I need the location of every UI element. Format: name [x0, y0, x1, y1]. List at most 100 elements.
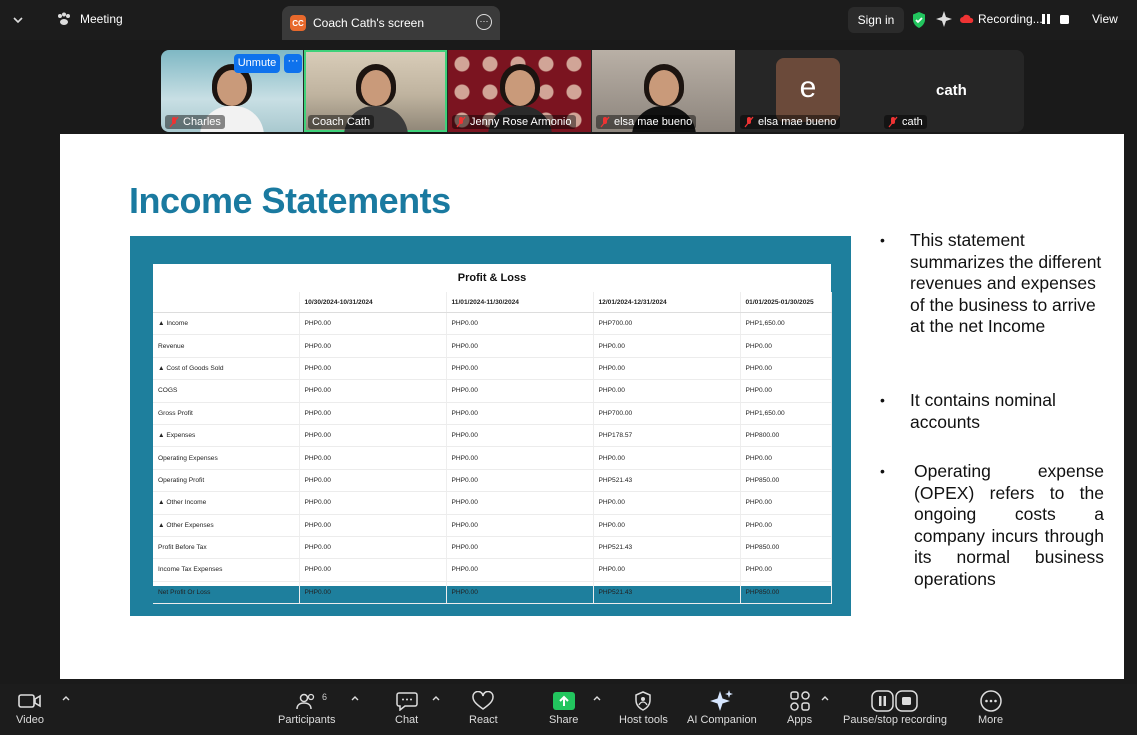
participant-name: elsa mae bueno: [740, 115, 841, 129]
table-row: Gross Profit PHP0.00 PHP0.00 PHP700.00 PHP1,…: [153, 402, 832, 425]
share-button[interactable]: Share: [549, 688, 578, 726]
sparkle-icon: [709, 690, 733, 711]
value-cell: PHP0.00: [299, 469, 447, 493]
chevron-up-icon[interactable]: [820, 694, 830, 702]
meeting-menu[interactable]: Meeting: [56, 12, 123, 26]
unmute-button[interactable]: Unmute: [234, 54, 280, 73]
table-row: ▲ Cost of Goods Sold PHP0.00 PHP0.00 PHP0.0…: [153, 357, 832, 381]
value-cell: PHP0.00: [446, 402, 594, 425]
value-cell: PHP0.00: [299, 379, 447, 403]
row-label-cell: ▲ Income: [153, 312, 300, 336]
participant-display-name: cath: [936, 82, 967, 99]
value-cell: PHP0.00: [446, 558, 594, 582]
value-cell: PHP521.43: [593, 469, 741, 493]
participant-name-label: Charles: [183, 116, 221, 128]
value-cell: PHP0.00: [446, 446, 594, 470]
sign-in-button[interactable]: Sign in: [848, 7, 904, 33]
table-row: Operating Profit PHP0.00 PHP0.00 PHP521.43 P…: [153, 469, 832, 493]
bullet-dot: •: [880, 392, 885, 408]
chat-label: Chat: [395, 714, 419, 726]
mic-off-icon: [888, 116, 898, 128]
value-cell: PHP0.00: [446, 312, 594, 336]
shared-screen-tab[interactable]: CC Coach Cath's screen ···: [282, 6, 500, 40]
apps-icon: [789, 691, 810, 711]
tile-more-button[interactable]: ···: [284, 54, 302, 73]
more-label: More: [978, 714, 1004, 726]
value-cell: PHP0.00: [740, 379, 832, 403]
paw-icon: [58, 12, 70, 25]
avatar: e: [776, 58, 840, 122]
sparkle-icon[interactable]: [935, 10, 953, 28]
row-label-cell: ▲ Cost of Goods Sold: [153, 357, 300, 381]
mic-off-icon: [744, 116, 754, 128]
participant-tile-active[interactable]: Coach Cath: [304, 50, 447, 132]
table-body: ▲ Income PHP0.00 PHP0.00 PHP700.00 PHP1,650.…: [153, 312, 832, 605]
value-cell: PHP0.00: [593, 491, 741, 515]
stop-recording-icon[interactable]: [1058, 12, 1070, 26]
table-row: ▲ Income PHP0.00 PHP0.00 PHP700.00 PHP1,650.…: [153, 312, 832, 336]
profit-loss-card: Profit & Loss 10/30/2024-10/31/2024 11/0…: [153, 264, 832, 605]
column-header: 11/01/2024-11/30/2024: [446, 292, 594, 313]
chevron-up-icon[interactable]: [592, 694, 602, 702]
more-options-icon[interactable]: ···: [476, 14, 492, 30]
cloud-recording-icon: [960, 14, 974, 23]
value-cell: PHP0.00: [446, 357, 594, 381]
chat-button[interactable]: Chat: [395, 688, 418, 726]
more-button[interactable]: More: [978, 688, 1003, 726]
value-cell: PHP1,650.00: [740, 402, 832, 425]
participant-tile[interactable]: Jenny Rose Armonio: [448, 50, 591, 132]
view-menu[interactable]: View: [1092, 12, 1118, 26]
value-cell: PHP0.00: [446, 379, 594, 403]
chevron-up-icon[interactable]: [350, 694, 360, 702]
value-cell: PHP0.00: [593, 379, 741, 403]
value-cell: PHP850.00: [740, 469, 832, 493]
row-label-cell: ▲ Other Expenses: [153, 514, 300, 537]
table-row: Revenue PHP0.00 PHP0.00 PHP0.00 PHP0.00: [153, 334, 832, 358]
value-cell: PHP0.00: [593, 357, 741, 381]
table-row: COGS PHP0.00 PHP0.00 PHP0.00 PHP0.00: [153, 379, 832, 403]
participant-tile-no-video[interactable]: e elsa mae bueno cath cath: [736, 50, 1024, 132]
participant-tile[interactable]: Unmute ··· Charles: [161, 50, 303, 132]
meeting-label: Meeting: [80, 12, 123, 26]
table-row: ▲ Other Expenses PHP0.00 PHP0.00 PHP0.00 PHP…: [153, 514, 832, 537]
value-cell: PHP0.00: [593, 514, 741, 537]
react-button[interactable]: React: [469, 688, 498, 726]
profit-loss-table: 10/30/2024-10/31/2024 11/01/2024-11/30/2…: [153, 292, 832, 605]
chevron-down-icon[interactable]: [10, 12, 26, 28]
value-cell: PHP0.00: [299, 334, 447, 358]
participant-name-label: cath: [902, 116, 923, 128]
recording-status[interactable]: Recording...: [960, 12, 1043, 26]
host-tools-button[interactable]: Host tools: [619, 688, 668, 726]
value-cell: PHP0.00: [593, 334, 741, 358]
value-cell: PHP0.00: [299, 536, 447, 560]
row-label-cell: COGS: [153, 379, 300, 403]
column-header: 12/01/2024-12/31/2024: [593, 292, 741, 313]
column-header: [153, 292, 300, 313]
shared-slide: Income Statements Profit & Loss 10/30/20…: [60, 134, 1124, 679]
apps-button[interactable]: Apps: [787, 688, 812, 726]
meeting-toolbar: Video Participants 6 Chat React Share Ho…: [0, 684, 1137, 735]
participant-name: elsa mae bueno: [596, 115, 697, 129]
row-label-cell: ▲ Expenses: [153, 424, 300, 448]
top-bar: Meeting CC Coach Cath's screen ··· Sign …: [0, 0, 1137, 40]
value-cell: PHP0.00: [446, 334, 594, 358]
value-cell: PHP0.00: [740, 446, 832, 470]
row-label-cell: Gross Profit: [153, 402, 300, 425]
table-row: ▲ Expenses PHP0.00 PHP0.00 PHP178.57 PHP800.…: [153, 424, 832, 448]
value-cell: PHP0.00: [299, 446, 447, 470]
more-icon: [979, 690, 1002, 712]
pause-stop-recording-button[interactable]: Pause/stop recording: [843, 688, 947, 726]
chevron-up-icon[interactable]: [61, 694, 71, 702]
ai-companion-button[interactable]: AI Companion: [687, 688, 757, 726]
shield-check-icon[interactable]: [911, 11, 927, 29]
pause-recording-icon[interactable]: [1040, 12, 1052, 26]
mic-off-icon: [600, 116, 610, 128]
video-button[interactable]: Video: [16, 688, 44, 726]
participant-name: cath: [884, 115, 927, 129]
participant-name-label: Coach Cath: [312, 116, 371, 128]
video-camera-icon: [18, 694, 41, 708]
column-header: 01/01/2025-01/30/2025: [740, 292, 832, 313]
chevron-up-icon[interactable]: [431, 694, 441, 702]
bullet-text: This statement summarizes the different …: [910, 230, 1102, 337]
participant-tile[interactable]: elsa mae bueno: [592, 50, 735, 132]
